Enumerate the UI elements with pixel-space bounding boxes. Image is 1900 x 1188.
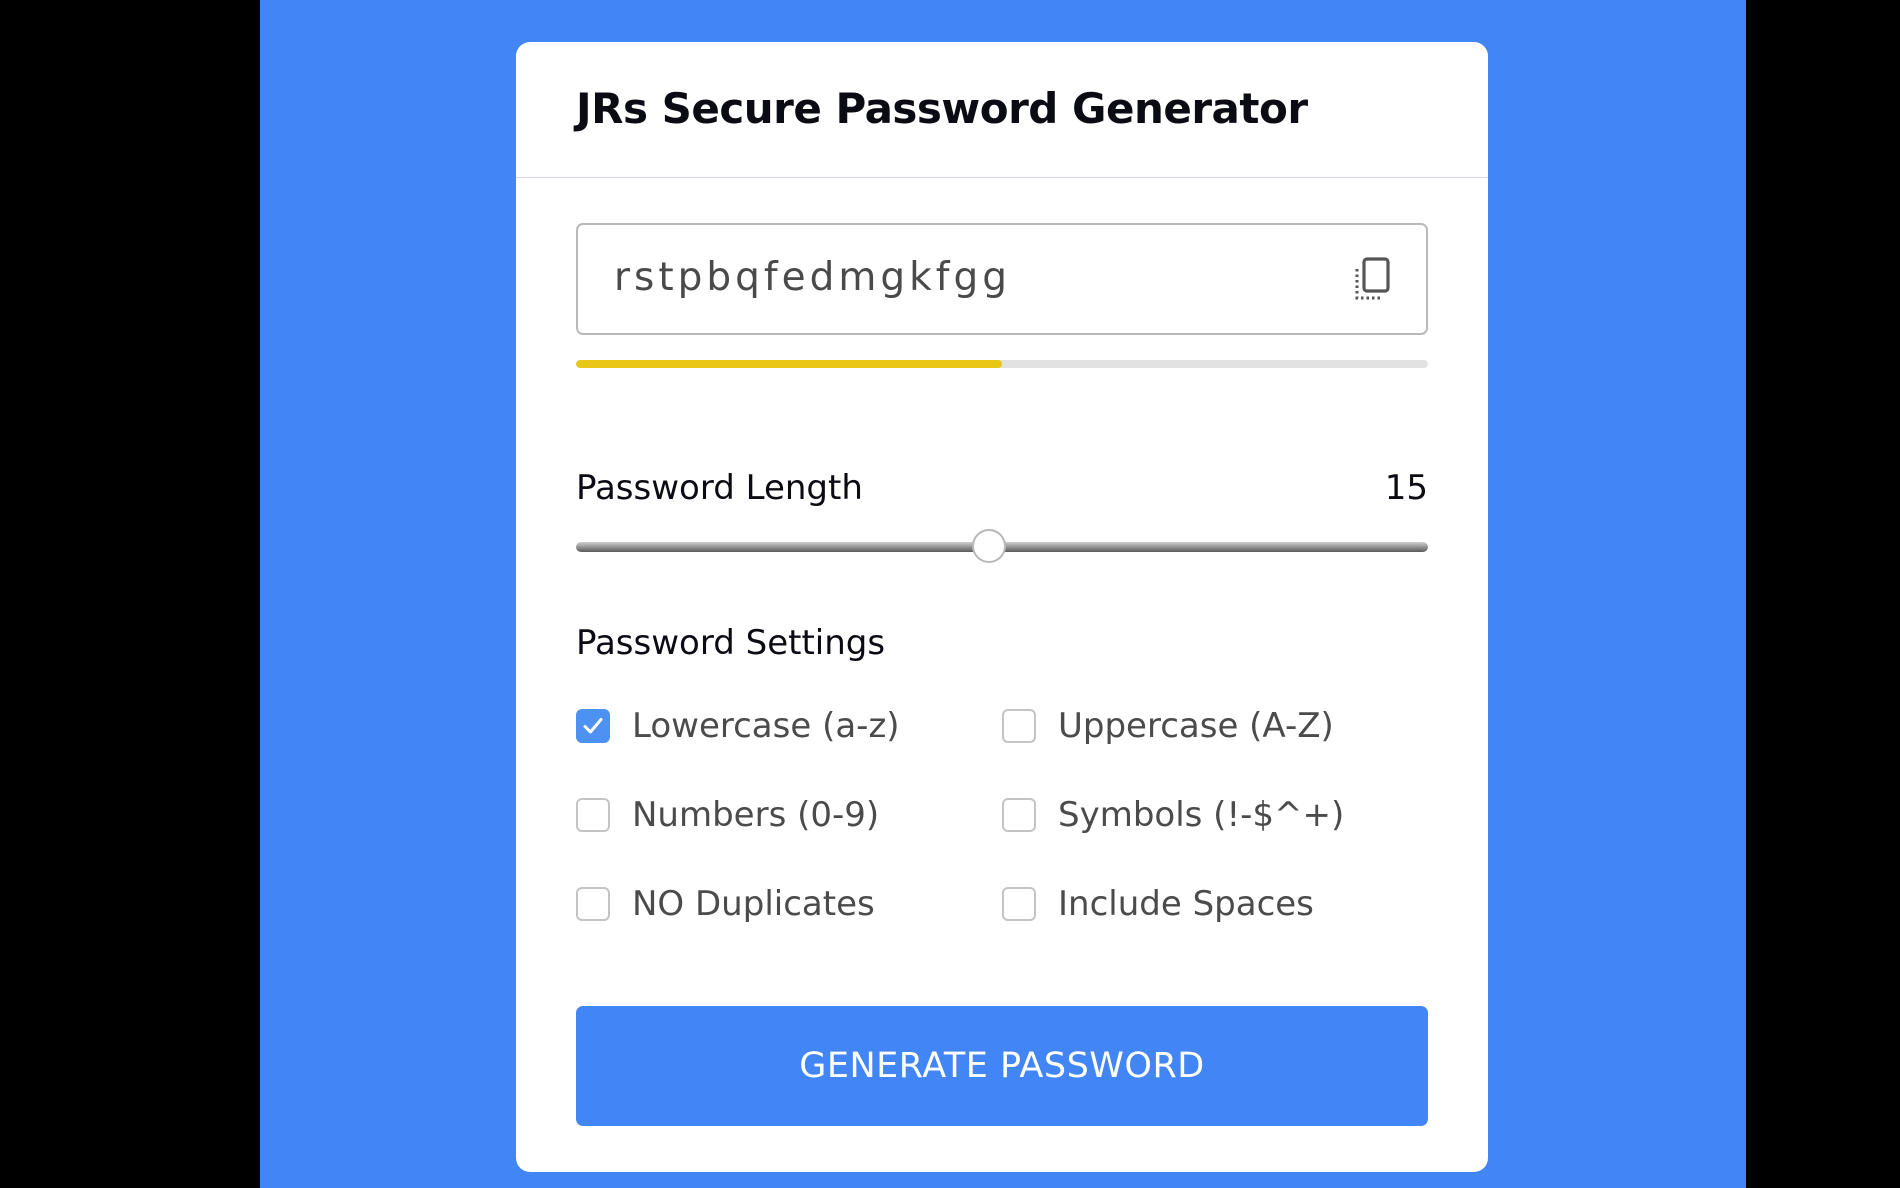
length-slider[interactable] [576, 524, 1428, 570]
option-label-symbols: Symbols (!-$^+) [1058, 795, 1345, 835]
page-title: JRs Secure Password Generator [576, 84, 1308, 133]
option-symbols[interactable]: Symbols (!-$^+) [1002, 795, 1344, 835]
password-value[interactable]: rstpbqfedmgkfgg [614, 255, 1011, 300]
length-value: 15 [1384, 468, 1428, 508]
length-row: Password Length 15 [576, 468, 1428, 508]
option-label-lowercase: Lowercase (a-z) [632, 706, 900, 746]
option-uppercase[interactable]: Uppercase (A-Z) [1002, 706, 1334, 746]
checkbox-no-duplicates[interactable] [576, 887, 610, 921]
copy-icon[interactable] [1352, 257, 1392, 303]
option-label-include-spaces: Include Spaces [1058, 884, 1314, 924]
app-background: JRs Secure Password Generator rstpbqfedm… [260, 0, 1746, 1188]
option-no-duplicates[interactable]: NO Duplicates [576, 884, 875, 924]
checkmark-icon [583, 718, 603, 734]
length-label: Password Length [576, 468, 863, 508]
option-include-spaces[interactable]: Include Spaces [1002, 884, 1314, 924]
password-output-field[interactable]: rstpbqfedmgkfgg [576, 223, 1428, 335]
checkbox-numbers[interactable] [576, 798, 610, 832]
option-label-numbers: Numbers (0-9) [632, 795, 880, 835]
checkbox-symbols[interactable] [1002, 798, 1036, 832]
checkbox-lowercase[interactable] [576, 709, 610, 743]
length-slider-thumb[interactable] [972, 529, 1007, 563]
generator-card: JRs Secure Password Generator rstpbqfedm… [516, 42, 1488, 1172]
option-label-uppercase: Uppercase (A-Z) [1058, 706, 1334, 746]
strength-meter [576, 360, 1428, 368]
option-numbers[interactable]: Numbers (0-9) [576, 795, 879, 835]
settings-title: Password Settings [576, 623, 886, 663]
option-label-no-duplicates: NO Duplicates [632, 884, 875, 924]
option-lowercase[interactable]: Lowercase (a-z) [576, 706, 900, 746]
card-header: JRs Secure Password Generator [516, 42, 1488, 178]
checkbox-uppercase[interactable] [1002, 709, 1036, 743]
checkbox-include-spaces[interactable] [1002, 887, 1036, 921]
generate-password-button[interactable]: GENERATE PASSWORD [576, 1006, 1428, 1126]
strength-meter-fill [576, 360, 1002, 368]
